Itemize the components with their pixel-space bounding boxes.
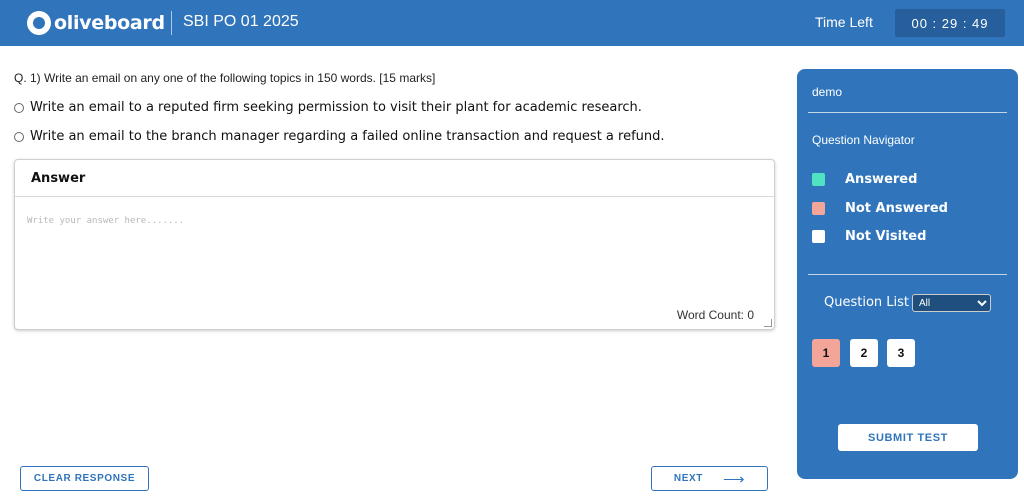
legend-not-answered: Not Answered xyxy=(812,201,948,216)
not-answered-swatch xyxy=(812,202,825,215)
question-number-2[interactable]: 2 xyxy=(850,339,878,367)
option-2-label: Write an email to the branch manager reg… xyxy=(30,129,665,144)
time-left-label: Time Left xyxy=(815,14,873,30)
not-visited-swatch xyxy=(812,230,825,243)
oliveboard-logo: oliveboard xyxy=(27,10,165,36)
panel-divider xyxy=(808,274,1007,275)
legend-not-visited: Not Visited xyxy=(812,229,926,244)
option-1[interactable]: Write an email to a reputed firm seeking… xyxy=(14,100,642,115)
navigator-title: Question Navigator xyxy=(812,133,915,147)
option-2-radio[interactable] xyxy=(14,131,24,142)
answer-box: Answer Word Count: 0 xyxy=(14,159,775,330)
question-number-3[interactable]: 3 xyxy=(887,339,915,367)
option-2[interactable]: Write an email to the branch manager reg… xyxy=(14,129,665,144)
legend-not-visited-label: Not Visited xyxy=(845,229,927,244)
answered-swatch xyxy=(812,173,825,186)
answer-textarea[interactable] xyxy=(15,198,774,329)
next-button[interactable]: NEXT ⟶ xyxy=(651,466,768,491)
exam-title: SBI PO 01 2025 xyxy=(183,13,299,30)
header-divider xyxy=(171,11,172,35)
panel-divider xyxy=(808,112,1007,113)
arrow-right-icon: ⟶ xyxy=(722,470,746,488)
question-list-label: Question List xyxy=(824,295,910,310)
legend-not-answered-label: Not Answered xyxy=(845,201,948,216)
legend-answered-label: Answered xyxy=(845,172,918,187)
question-text: Q. 1) Write an email on any one of the f… xyxy=(14,71,436,85)
top-header: oliveboard SBI PO 01 2025 Time Left 00 :… xyxy=(0,0,1024,46)
option-1-label: Write an email to a reputed firm seeking… xyxy=(30,100,642,115)
word-count: Word Count: 0 xyxy=(676,308,754,322)
clear-response-button[interactable]: CLEAR RESPONSE xyxy=(20,466,149,491)
next-button-label: NEXT xyxy=(673,473,703,484)
brand-name: oliveboard xyxy=(54,12,165,34)
question-number-1[interactable]: 1 xyxy=(812,339,840,367)
user-name: demo xyxy=(812,85,843,99)
option-1-radio[interactable] xyxy=(14,102,24,113)
submit-test-button[interactable]: SUBMIT TEST xyxy=(838,424,978,451)
question-list-filter[interactable]: All xyxy=(912,294,991,312)
answer-heading: Answer xyxy=(15,160,774,197)
resize-handle-icon[interactable] xyxy=(764,319,772,327)
countdown-timer: 00 : 29 : 49 xyxy=(895,9,1005,37)
legend-answered: Answered xyxy=(812,172,917,187)
brand-logo-icon xyxy=(27,11,51,35)
question-panel: demo Question Navigator Answered Not Ans… xyxy=(797,69,1018,479)
